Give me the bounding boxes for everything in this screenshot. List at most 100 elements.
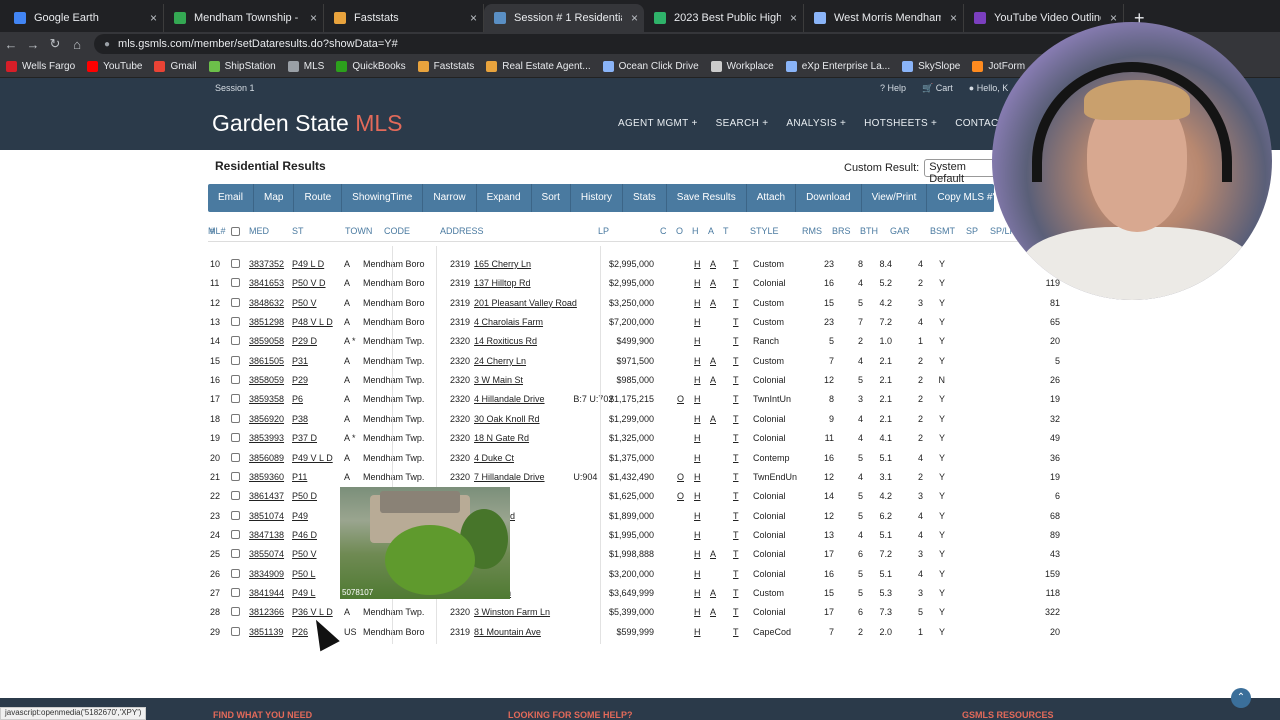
history-link[interactable]: H — [694, 607, 701, 617]
media-links[interactable]: P50 V — [292, 549, 317, 559]
media-links[interactable]: P31 — [292, 356, 308, 366]
row-checkbox[interactable] — [231, 587, 240, 597]
url-field[interactable]: ● mls.gsmls.com/member/setDataresults.do… — [94, 34, 1194, 54]
footer-link-resources[interactable]: GSMLS RESOURCES — [962, 710, 1054, 720]
row-checkbox[interactable] — [231, 336, 240, 346]
history-link[interactable]: H — [694, 298, 701, 308]
media-links[interactable]: P46 D — [292, 530, 317, 540]
media-links[interactable]: P50 L — [292, 569, 316, 579]
column-header[interactable]: GAR — [890, 226, 910, 236]
media-links[interactable]: P50 V — [292, 298, 317, 308]
media-links[interactable]: P49 V L D — [292, 453, 333, 463]
bookmark-item[interactable]: eXp Enterprise La... — [785, 61, 890, 72]
mls-number-link[interactable]: 3847138 — [249, 530, 284, 540]
back-icon[interactable]: ← — [0, 37, 22, 52]
table-row[interactable]: 28 3812366 P36 V L D A Mendham Twp. 2320 3 Win… — [208, 602, 1068, 621]
o-cell[interactable]: O — [677, 472, 684, 482]
tax-link[interactable]: T — [733, 569, 739, 579]
row-checkbox[interactable] — [231, 433, 240, 443]
select-all-checkbox[interactable] — [231, 227, 240, 236]
mls-number-link[interactable]: 3837352 — [249, 259, 284, 269]
tax-link[interactable]: T — [733, 375, 739, 385]
row-checkbox[interactable] — [231, 452, 240, 462]
tax-link[interactable]: T — [733, 588, 739, 598]
address-link[interactable]: 3 Winston Farm Ln — [474, 607, 550, 617]
nav-menu-item[interactable]: SEARCH + — [716, 118, 769, 129]
column-header[interactable]: BRS — [832, 226, 851, 236]
table-row[interactable]: 233851074P49Hollow RdHTColonial$1,899,00… — [208, 506, 1068, 525]
column-header[interactable]: ML# — [208, 226, 226, 236]
row-checkbox[interactable] — [231, 375, 240, 385]
toolbar-button[interactable]: History — [571, 184, 623, 212]
mls-number-link[interactable]: 3856920 — [249, 414, 284, 424]
media-links[interactable]: P49 L — [292, 588, 316, 598]
table-row[interactable]: 273841944P49 Lhouse LnHATCustom$3,649,99… — [208, 583, 1068, 602]
history-link[interactable]: H — [694, 588, 701, 598]
agent-link[interactable]: A — [710, 278, 716, 288]
toolbar-button[interactable]: Save Results — [667, 184, 747, 212]
toolbar-button[interactable]: View/Print — [862, 184, 928, 212]
media-links[interactable]: P49 — [292, 511, 308, 521]
footer-link-help[interactable]: LOOKING FOR SOME HELP? — [508, 710, 633, 720]
agent-link[interactable]: A — [710, 259, 716, 269]
agent-link[interactable]: A — [710, 298, 716, 308]
tax-link[interactable]: T — [733, 453, 739, 463]
row-checkbox[interactable] — [231, 491, 240, 501]
tax-link[interactable]: T — [733, 317, 739, 327]
address-link[interactable]: 165 Cherry Ln — [474, 259, 531, 269]
column-header[interactable]: SP — [966, 226, 978, 236]
agent-link[interactable]: A — [710, 414, 716, 424]
mls-number-link[interactable]: 3859358 — [249, 394, 284, 404]
toolbar-button[interactable]: Attach — [747, 184, 797, 212]
table-row[interactable]: 20 3856089 P49 V L D A Mendham Twp. 2320 4 Duk… — [208, 448, 1068, 467]
bookmark-item[interactable]: Wells Fargo — [6, 61, 75, 72]
close-icon[interactable]: × — [790, 11, 797, 25]
mls-number-link[interactable]: 3856089 — [249, 453, 284, 463]
row-checkbox[interactable] — [231, 607, 240, 617]
column-header[interactable]: A — [708, 226, 714, 236]
close-icon[interactable]: × — [950, 11, 957, 25]
media-links[interactable]: P11 — [292, 472, 307, 482]
mls-number-link[interactable]: 3853993 — [249, 433, 284, 443]
browser-tab[interactable]: West Morris Mendham High School × — [804, 4, 964, 32]
toolbar-button[interactable]: Expand — [477, 184, 532, 212]
bookmark-item[interactable]: YouTube — [87, 61, 142, 72]
forward-icon[interactable]: → — [22, 37, 44, 52]
row-checkbox[interactable] — [231, 529, 240, 539]
history-link[interactable]: H — [694, 433, 701, 443]
toolbar-button[interactable]: Map — [254, 184, 295, 212]
table-row[interactable]: 10 3837352 P49 L D A Mendham Boro 2319 165 Che… — [208, 254, 1068, 273]
history-link[interactable]: H — [694, 375, 701, 385]
address-link[interactable]: 14 Roxiticus Rd — [474, 336, 537, 346]
tax-link[interactable]: T — [733, 511, 739, 521]
mls-number-link[interactable]: 3812366 — [249, 607, 284, 617]
address-link[interactable]: 81 Mountain Ave — [474, 627, 541, 637]
browser-tab[interactable]: 2023 Best Public High Schools × — [644, 4, 804, 32]
column-header[interactable]: RMS — [802, 226, 822, 236]
media-links[interactable]: P26 — [292, 627, 308, 637]
nav-menu-item[interactable]: AGENT MGMT + — [618, 118, 698, 129]
history-link[interactable]: H — [694, 394, 701, 404]
address-link[interactable]: 7 Hillandale Drive — [474, 472, 545, 482]
history-link[interactable]: H — [694, 530, 701, 540]
column-header[interactable]: MED — [249, 226, 269, 236]
agent-link[interactable]: A — [710, 607, 716, 617]
row-checkbox[interactable] — [231, 278, 240, 288]
media-links[interactable]: P48 V L D — [292, 317, 333, 327]
bookmark-item[interactable]: Real Estate Agent... — [486, 61, 591, 72]
tax-link[interactable]: T — [733, 298, 739, 308]
address-link[interactable]: 3 W Main St — [474, 375, 523, 385]
table-row[interactable]: 17 3859358 P6 A Mendham Twp. 2320 4 Hillandale… — [208, 389, 1068, 408]
home-icon[interactable]: ⌂ — [66, 37, 88, 52]
row-checkbox[interactable] — [231, 413, 240, 423]
column-header[interactable]: T — [723, 226, 729, 236]
address-link[interactable]: 4 Hillandale Drive — [474, 394, 545, 404]
address-link[interactable]: 4 Charolais Farm — [474, 317, 543, 327]
row-checkbox[interactable] — [231, 259, 240, 268]
bookmark-item[interactable]: SkySlope — [902, 61, 960, 72]
bookmark-item[interactable]: QuickBooks — [336, 61, 406, 72]
table-row[interactable]: 16 3858059 P29 A Mendham Twp. 2320 3 W Main St… — [208, 370, 1068, 389]
media-links[interactable]: P29 — [292, 375, 308, 385]
address-link[interactable]: 137 Hilltop Rd — [474, 278, 531, 288]
tax-link[interactable]: T — [733, 607, 739, 617]
